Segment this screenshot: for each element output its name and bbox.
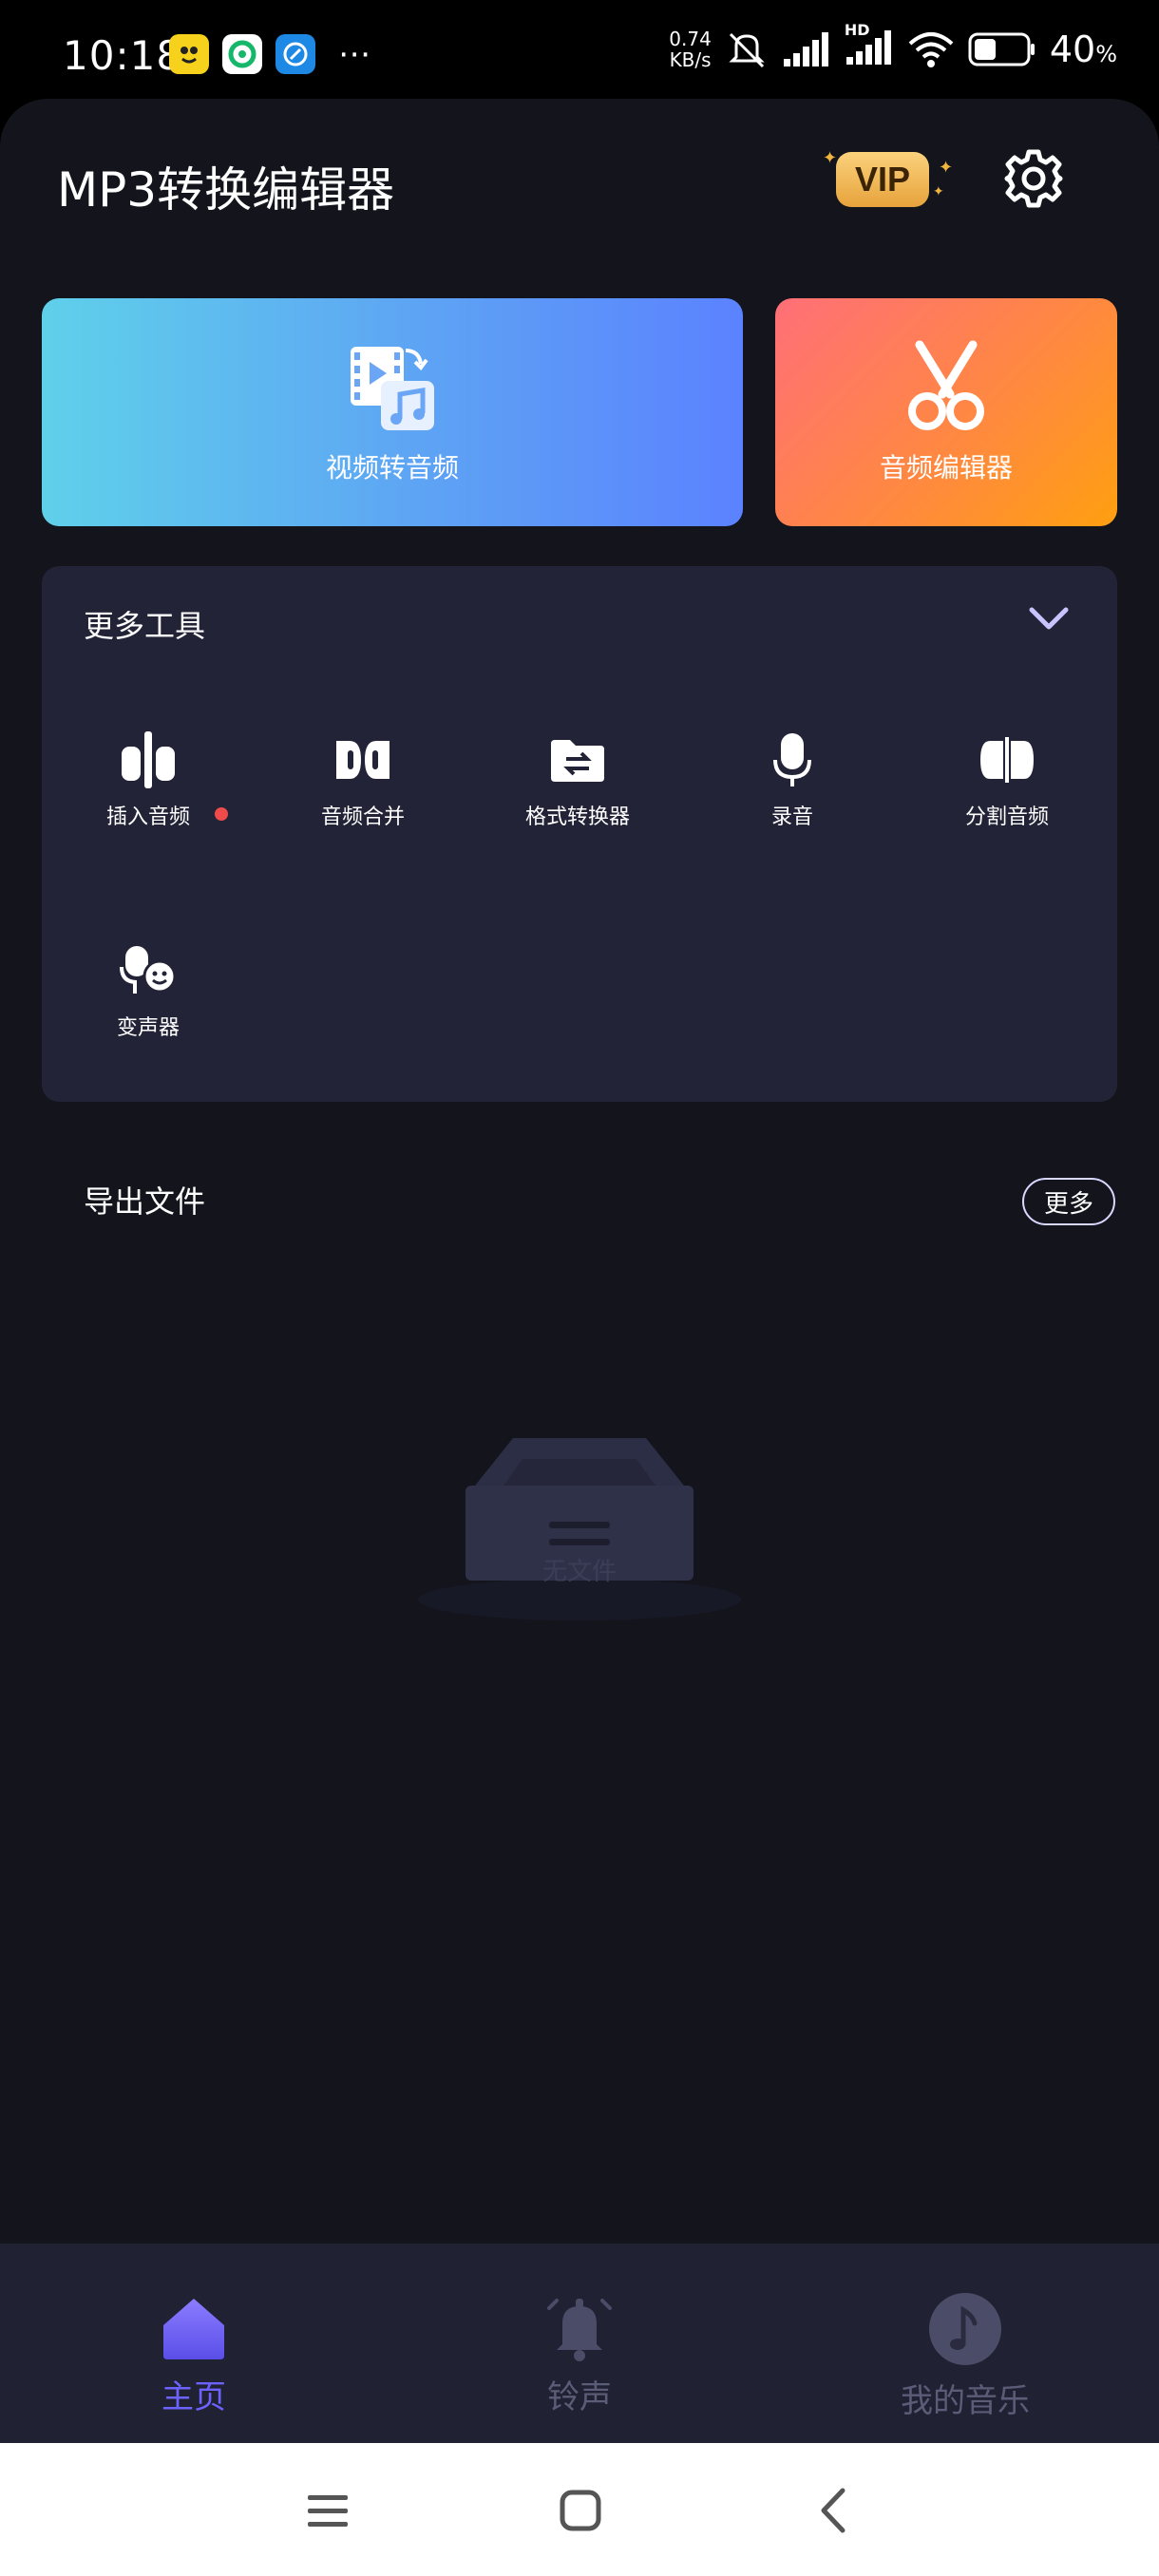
- nav-my-music[interactable]: 我的音乐: [861, 2291, 1070, 2421]
- chevron-down-icon[interactable]: [1028, 604, 1070, 633]
- gear-icon: [1004, 149, 1063, 208]
- chevron-left-icon: [821, 2488, 846, 2533]
- hd-badge: HD: [844, 21, 870, 39]
- nav-home[interactable]: 主页: [89, 2291, 298, 2417]
- more-notifications-icon: ⋯: [338, 35, 370, 73]
- app-screen: MP3转换编辑器 ✦ ✦ ✦ VIP 视频转音频 音频编辑器 更多工具 插入音频…: [0, 99, 1159, 2441]
- network-speed: 0.74 KB/s: [669, 28, 712, 71]
- nav-ringtone[interactable]: 铃声: [475, 2291, 684, 2417]
- new-badge-dot: [215, 807, 228, 821]
- tool-split-audio[interactable]: 分割音频: [922, 729, 1092, 830]
- signal-icon-1: [783, 32, 828, 66]
- voice-changer-icon: [118, 940, 179, 1001]
- nav-label: 我的音乐: [901, 2382, 1030, 2420]
- tool-record[interactable]: 录音: [707, 729, 878, 830]
- recent-apps-button[interactable]: [294, 2477, 361, 2544]
- status-right: 0.74 KB/s HD 40%: [669, 21, 1117, 71]
- status-app-icons: ⋯: [169, 34, 370, 74]
- tool-label: 录音: [770, 805, 813, 829]
- merge-audio-icon: [332, 729, 393, 790]
- scissors-icon: [908, 340, 984, 430]
- insert-audio-icon: [118, 729, 179, 790]
- format-convert-icon: [547, 729, 608, 790]
- empty-drawer-icon: [418, 1438, 741, 1620]
- tool-format-convert[interactable]: 格式转换器: [492, 729, 663, 830]
- tool-label: 变声器: [116, 1016, 180, 1040]
- tool-label: 格式转换器: [524, 805, 630, 829]
- sparkle-icon: ✦: [933, 184, 944, 199]
- music-note-icon: [929, 2293, 1001, 2365]
- empty-state-text: 无文件: [542, 1558, 617, 1586]
- battery-percent: 40%: [1049, 28, 1117, 70]
- home-icon: [163, 2299, 224, 2359]
- microphone-icon: [762, 729, 823, 790]
- tool-insert-audio[interactable]: 插入音频: [63, 729, 234, 830]
- tool-label: 插入音频: [105, 805, 190, 829]
- battery-icon: [968, 32, 1035, 66]
- video-to-audio-card[interactable]: 视频转音频: [42, 298, 743, 526]
- nav-label: 主页: [162, 2378, 226, 2416]
- audio-editor-label: 音频编辑器: [879, 452, 1013, 483]
- home-system-button[interactable]: [547, 2477, 614, 2544]
- video-to-audio-label: 视频转音频: [325, 452, 459, 483]
- notification-app-icon-blue: [276, 34, 315, 74]
- mute-bell-icon: [729, 32, 765, 68]
- notification-app-icon-green: [222, 34, 262, 74]
- vip-button[interactable]: VIP: [836, 152, 929, 207]
- tool-label: 音频合并: [320, 805, 405, 829]
- more-tools-title: 更多工具: [84, 608, 206, 644]
- sparkle-icon: ✦: [823, 148, 838, 168]
- square-icon: [560, 2490, 601, 2531]
- audio-editor-card[interactable]: 音频编辑器: [775, 298, 1117, 526]
- more-tools-panel: 更多工具 插入音频 音频合并 格式转换器 录音 分割音频 变声器: [42, 566, 1117, 1102]
- status-bar: 10:18 ⋯ 0.74 KB/s HD 40%: [0, 0, 1159, 112]
- system-nav-bar: [0, 2443, 1159, 2576]
- menu-icon: [308, 2495, 348, 2527]
- back-system-button[interactable]: [800, 2477, 866, 2544]
- sparkle-icon: ✦: [939, 158, 954, 178]
- signal-hd-group: HD: [845, 21, 894, 70]
- split-audio-icon: [977, 729, 1037, 790]
- settings-button[interactable]: [1001, 146, 1066, 211]
- wifi-icon: [908, 32, 954, 67]
- bell-icon: [547, 2299, 612, 2361]
- video-to-audio-icon: [351, 347, 434, 430]
- tool-voice-changer[interactable]: 变声器: [63, 940, 234, 1041]
- export-files-title: 导出文件: [84, 1184, 206, 1220]
- bottom-nav: 主页 铃声 我的音乐: [0, 2244, 1159, 2443]
- tool-merge-audio[interactable]: 音频合并: [277, 729, 448, 830]
- tool-label: 分割音频: [964, 805, 1049, 829]
- export-more-button[interactable]: 更多: [1022, 1178, 1115, 1225]
- notification-app-icon-yellow: [169, 34, 209, 74]
- status-time: 10:18: [63, 32, 183, 79]
- nav-label: 铃声: [547, 2378, 612, 2416]
- page-title: MP3转换编辑器: [57, 162, 395, 218]
